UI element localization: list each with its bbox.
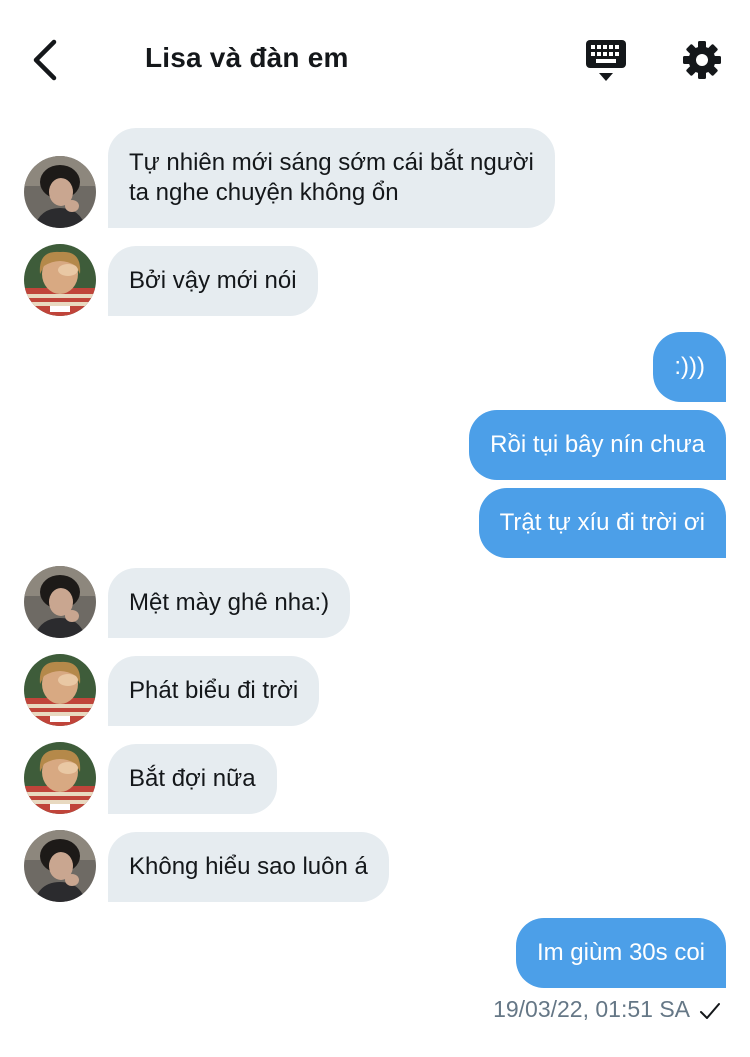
avatar[interactable] bbox=[24, 654, 96, 726]
message-bubble-outgoing[interactable]: Trật tự xíu đi trời ơi bbox=[478, 488, 726, 558]
avatar[interactable] bbox=[24, 156, 96, 228]
check-icon bbox=[700, 1003, 720, 1019]
message-bubble-incoming[interactable]: Tự nhiên mới sáng sớm cái bắt người ta n… bbox=[108, 128, 555, 228]
message-text: Không hiểu sao luôn á bbox=[129, 853, 368, 880]
avatar[interactable] bbox=[24, 830, 96, 902]
avatar[interactable] bbox=[24, 566, 96, 638]
back-button[interactable] bbox=[26, 38, 66, 82]
message-bubble-outgoing[interactable]: Rồi tụi bây nín chưa bbox=[469, 410, 726, 480]
message-text: Phát biểu đi trời bbox=[129, 677, 299, 704]
message-bubble-outgoing[interactable]: :))) bbox=[653, 332, 726, 402]
gear-icon bbox=[683, 41, 721, 79]
message-text: Trật tự xíu đi trời ơi bbox=[499, 509, 705, 536]
message-bubble-outgoing[interactable]: Im giùm 30s coi bbox=[515, 918, 726, 988]
message-text: ta nghe chuyện không ổn bbox=[129, 179, 399, 206]
message-timestamp: 19/03/22, 01:51 SA bbox=[493, 996, 690, 1022]
message-bubble-incoming[interactable]: Phát biểu đi trời bbox=[108, 656, 320, 726]
message-text: Mệt mày ghê nha:) bbox=[129, 589, 330, 616]
message-text: Im giùm 30s coi bbox=[536, 939, 705, 966]
message-text: Bắt đợi nữa bbox=[129, 765, 256, 792]
keyboard-icon bbox=[586, 40, 626, 81]
message-bubble-incoming[interactable]: Mệt mày ghê nha:) bbox=[108, 568, 351, 638]
message-bubble-incoming[interactable]: Bởi vậy mới nói bbox=[108, 246, 318, 316]
message-text: Tự nhiên mới sáng sớm cái bắt người bbox=[129, 149, 534, 176]
message-bubble-incoming[interactable]: Bắt đợi nữa bbox=[108, 744, 277, 814]
message-text: :))) bbox=[674, 353, 705, 380]
dm-conversation: Lisa và đàn em Tự nhiên mới sáng sớm cái… bbox=[0, 0, 750, 1057]
avatar[interactable] bbox=[24, 244, 96, 316]
message-text: Bởi vậy mới nói bbox=[129, 267, 297, 294]
conversation-title[interactable]: Lisa và đàn em bbox=[145, 42, 349, 74]
chevron-left-icon bbox=[33, 39, 57, 81]
message-text: Rồi tụi bây nín chưa bbox=[490, 431, 705, 458]
settings-button[interactable] bbox=[682, 40, 722, 80]
message-bubble-incoming[interactable]: Không hiểu sao luôn á bbox=[108, 832, 389, 902]
conversation-header: Lisa và đàn em bbox=[0, 0, 750, 110]
avatar[interactable] bbox=[24, 742, 96, 814]
keyboard-button[interactable] bbox=[584, 38, 628, 84]
